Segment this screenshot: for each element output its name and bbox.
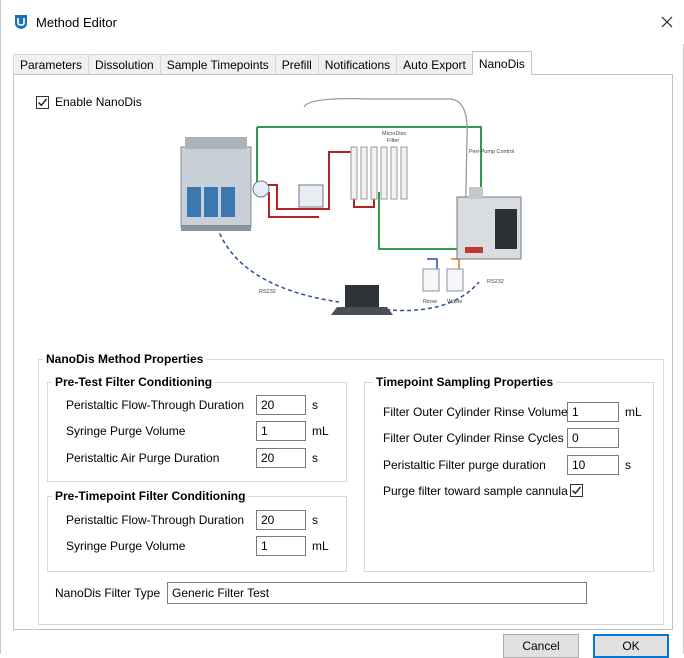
tab-parameters[interactable]: Parameters xyxy=(13,54,90,75)
pre-test-flow-through-unit: s xyxy=(312,398,318,412)
close-icon xyxy=(661,16,673,28)
pre-test-syringe-purge-label: Syringe Purge Volume xyxy=(66,424,186,438)
tab-notifications[interactable]: Notifications xyxy=(317,54,398,75)
rinse-volume-label: Filter Outer Cylinder Rinse Volume xyxy=(383,405,568,419)
nanodis-tab-panel: Enable NanoDis MicroDiss Filter Peri-Pum… xyxy=(13,74,673,630)
filter-purge-duration-unit: s xyxy=(625,458,631,472)
diagram-label-waste: Waste xyxy=(447,299,462,305)
pre-test-title: Pre-Test Filter Conditioning xyxy=(52,375,216,389)
diagram-label-rs232-left: RS232 xyxy=(259,289,276,295)
tab-sample-timepoints[interactable]: Sample Timepoints xyxy=(159,54,276,75)
pre-test-syringe-purge-unit: mL xyxy=(312,424,329,438)
filter-purge-duration-label: Peristaltic Filter purge duration xyxy=(383,458,546,472)
method-properties-title: NanoDis Method Properties xyxy=(43,352,207,366)
close-button[interactable] xyxy=(653,8,681,36)
checkmark-icon xyxy=(572,486,582,495)
rinse-cycles-label: Filter Outer Cylinder Rinse Cycles xyxy=(383,431,564,445)
window-title: Method Editor xyxy=(36,15,117,30)
timepoint-sampling-title: Timepoint Sampling Properties xyxy=(373,375,557,389)
purge-toward-cannula-label: Purge filter toward sample cannula xyxy=(383,484,568,498)
tab-dissolution[interactable]: Dissolution xyxy=(88,54,161,75)
ok-button[interactable]: OK xyxy=(593,634,669,658)
diagram-label-rs232-right: RS232 xyxy=(487,279,504,285)
purge-toward-cannula-checkbox[interactable] xyxy=(570,484,583,497)
method-editor-window: Method Editor Parameters Dissolution Sam… xyxy=(0,0,684,658)
pre-timepoint-flow-through-input[interactable] xyxy=(256,510,306,530)
title-bar: Method Editor xyxy=(1,0,684,44)
tab-strip: Parameters Dissolution Sample Timepoints… xyxy=(13,51,532,75)
pre-timepoint-syringe-purge-input[interactable] xyxy=(256,536,306,556)
pre-test-syringe-purge-input[interactable] xyxy=(256,421,306,441)
enable-nanodis-row: Enable NanoDis xyxy=(36,95,142,109)
filter-purge-duration-input[interactable] xyxy=(567,455,619,475)
pre-timepoint-syringe-purge-unit: mL xyxy=(312,539,329,553)
pre-timepoint-flow-through-unit: s xyxy=(312,513,318,527)
diagram-label-peri-pump: Peri-Pump Control xyxy=(469,149,514,155)
tab-prefill[interactable]: Prefill xyxy=(274,54,319,75)
tab-auto-export[interactable]: Auto Export xyxy=(396,54,473,75)
checkmark-icon xyxy=(38,98,48,106)
diagram-label-rinse: Rinse xyxy=(423,299,437,305)
diagram-label-microdis-2: Filter xyxy=(387,138,399,144)
timepoint-sampling-group: Timepoint Sampling Properties Filter Out… xyxy=(364,375,654,572)
pre-timepoint-flow-through-label: Peristaltic Flow-Through Duration xyxy=(66,513,245,527)
diagram-label-microdis-1: MicroDiss xyxy=(382,131,406,137)
tab-nanodis[interactable]: NanoDis xyxy=(471,51,532,75)
nanodis-system-diagram: MicroDiss Filter Peri-Pump Control RS232… xyxy=(169,97,539,333)
app-shield-icon xyxy=(15,15,27,29)
pre-test-air-purge-input[interactable] xyxy=(256,448,306,468)
filter-type-label: NanoDis Filter Type xyxy=(55,586,161,600)
rinse-cycles-input[interactable] xyxy=(567,428,619,448)
pre-timepoint-group: Pre-Timepoint Filter Conditioning Perist… xyxy=(47,489,347,572)
pre-test-flow-through-input[interactable] xyxy=(256,395,306,415)
pre-test-group: Pre-Test Filter Conditioning Peristaltic… xyxy=(47,375,347,482)
pre-timepoint-syringe-purge-label: Syringe Purge Volume xyxy=(66,539,186,553)
cancel-button[interactable]: Cancel xyxy=(503,634,579,658)
pre-timepoint-title: Pre-Timepoint Filter Conditioning xyxy=(52,489,249,503)
pre-test-air-purge-unit: s xyxy=(312,451,318,465)
pre-test-flow-through-label: Peristaltic Flow-Through Duration xyxy=(66,398,245,412)
nanodis-method-properties-group: NanoDis Method Properties Pre-Test Filte… xyxy=(38,352,664,625)
filter-type-input[interactable] xyxy=(167,582,587,604)
rinse-volume-input[interactable] xyxy=(567,402,619,422)
enable-nanodis-checkbox[interactable] xyxy=(36,95,49,109)
rinse-volume-unit: mL xyxy=(625,405,642,419)
enable-nanodis-label: Enable NanoDis xyxy=(55,95,142,109)
pre-test-air-purge-label: Peristaltic Air Purge Duration xyxy=(66,451,220,465)
